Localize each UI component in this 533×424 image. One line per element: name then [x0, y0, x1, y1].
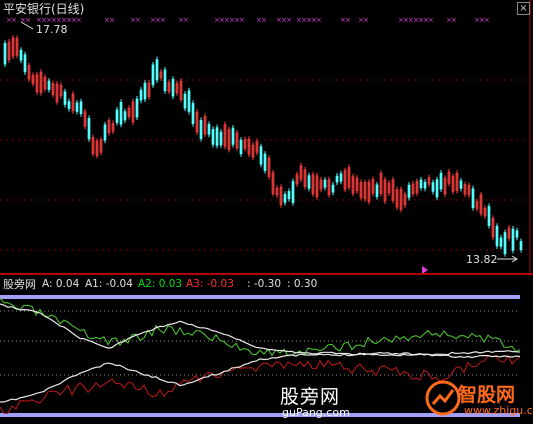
- candle-body: [199, 120, 203, 140]
- candle-body: [211, 129, 215, 145]
- candle-body: [163, 69, 167, 92]
- candle-body: [143, 82, 147, 100]
- signal-marker: ×: [345, 16, 351, 24]
- candle-body: [419, 179, 423, 189]
- candle-body: [123, 111, 127, 121]
- candle-body: [47, 80, 51, 90]
- signal-marker: ×: [11, 16, 17, 24]
- watermark: 股旁网 guPang.com 智股网 www.zhigu.com: [280, 378, 533, 420]
- candle-body: [183, 93, 187, 109]
- candle-body: [407, 184, 411, 198]
- series-a-line: [0, 303, 521, 357]
- candle-body: [87, 118, 91, 140]
- signal-marker: ×: [135, 16, 141, 24]
- signal-marker: ×: [451, 16, 457, 24]
- signal-marker: ×: [160, 16, 166, 24]
- candle-body: [335, 175, 339, 183]
- candle-body: [503, 232, 507, 255]
- candle-body: [23, 54, 27, 73]
- high-price-label: 17.78: [36, 23, 68, 36]
- signal-marker: ×: [76, 16, 82, 24]
- candle-body: [375, 184, 379, 197]
- price-chart-panel[interactable]: × × × × × × × × × × × × × × × × × × × × × × × × × × × × × × × × × × × × × × × ×…: [0, 0, 533, 274]
- watermark-url: guPang.com: [282, 406, 350, 419]
- signal-marker: ×: [363, 16, 369, 24]
- signal-marker: ×: [484, 16, 490, 24]
- indicator-value-a1: A1: -0.04: [85, 278, 133, 290]
- candle-body: [291, 181, 295, 203]
- upper-band: [0, 295, 520, 299]
- candle-body: [215, 127, 219, 146]
- candle-body: [191, 103, 195, 125]
- candle-body: [339, 173, 343, 182]
- candle-body: [151, 64, 155, 86]
- candle-body: [471, 188, 475, 209]
- candle-body: [495, 225, 499, 247]
- signal-marker: ×: [239, 16, 245, 24]
- candle-body: [103, 124, 107, 141]
- candle-body: [431, 182, 435, 192]
- brand-logo-icon: [425, 380, 461, 416]
- series-a2-line: [0, 297, 521, 357]
- candle-body: [459, 180, 463, 189]
- signal-marker: ×: [109, 16, 115, 24]
- indicator-value-upper: : 0.30: [287, 278, 318, 290]
- candle-body: [231, 127, 235, 145]
- signal-marker: ×: [316, 16, 322, 24]
- candle-body: [171, 78, 175, 97]
- candle-body: [287, 191, 291, 200]
- candle-body: [439, 172, 443, 190]
- chart-title: 平安银行(日线): [3, 2, 85, 16]
- indicator-value-lower: : -0.30: [247, 278, 282, 290]
- candle-body: [219, 131, 223, 146]
- candlestick-chart[interactable]: × × × × × × × × × × × × × × × × × × × × × × × × × × × × × × × × × × × × × × × ×…: [0, 0, 533, 274]
- candle-body: [515, 230, 519, 238]
- indicator-value-a: A: 0.04: [42, 278, 80, 290]
- candle-body: [511, 228, 515, 251]
- watermark-brand-url: www.zhigu.com: [464, 404, 533, 417]
- candle-body: [423, 181, 427, 189]
- signal-marker: ×: [261, 16, 267, 24]
- candle-body: [259, 146, 263, 165]
- candle-body: [187, 90, 191, 112]
- candle-body: [283, 193, 287, 203]
- signal-marker: ×: [428, 16, 434, 24]
- candle-body: [79, 101, 83, 115]
- watermark-brand: 智股网: [458, 384, 516, 406]
- candle-body: [307, 175, 311, 189]
- low-price-label: 13.82: [466, 253, 498, 266]
- candle-body: [487, 206, 491, 226]
- candle-body: [139, 89, 143, 101]
- candle-body: [263, 153, 267, 171]
- signal-marker: ×: [25, 16, 31, 24]
- close-icon[interactable]: ×: [517, 2, 530, 15]
- candle-body: [239, 139, 243, 155]
- candle-body: [67, 101, 71, 109]
- candle-body: [19, 49, 23, 61]
- candle-body: [323, 179, 327, 188]
- indicator-value-a2: A2: 0.03: [138, 278, 183, 290]
- candle-body: [75, 102, 79, 112]
- candle-body: [119, 101, 123, 125]
- watermark-text: 股旁网: [280, 386, 341, 408]
- candle-body: [519, 241, 523, 251]
- candle-body: [155, 59, 159, 81]
- candle-body: [331, 184, 335, 193]
- indicator-header: 股旁网 A: 0.04 A1: -0.04 A2: 0.03 A3: -0.03…: [0, 275, 533, 293]
- candle-body: [499, 237, 503, 247]
- scroll-marker-icon: [422, 266, 428, 274]
- candle-body: [435, 179, 439, 198]
- candle-body: [115, 109, 119, 123]
- candle-body: [63, 91, 67, 105]
- candle-body: [135, 98, 139, 118]
- indicator-value-a3: A3: -0.03: [186, 278, 234, 290]
- candle-body: [3, 43, 7, 65]
- candle-body: [207, 124, 211, 135]
- signal-marker: ×: [286, 16, 292, 24]
- indicator-name[interactable]: 股旁网: [3, 278, 36, 291]
- signal-marker: ×: [183, 16, 189, 24]
